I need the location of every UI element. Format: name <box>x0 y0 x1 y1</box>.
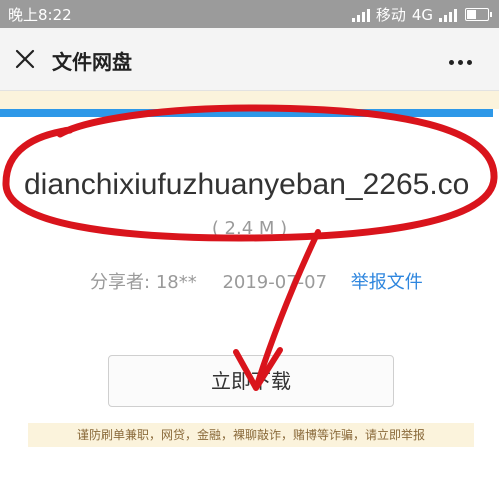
sharer-label: 分享者: <box>90 272 151 293</box>
file-size: ( 2.4 M ) <box>211 218 288 239</box>
close-icon <box>15 49 35 69</box>
carrier-name: 移动 <box>375 6 406 24</box>
more-dots-icon <box>447 50 474 69</box>
download-button[interactable]: 立即下载 <box>108 355 394 407</box>
sharer-name: 18** <box>155 272 197 293</box>
fraud-warning: 谨防刷单兼职，网贷，金融，裸聊敲诈，赌博等诈骗，请立即举报 <box>28 423 474 447</box>
network-type: 4G <box>411 5 433 24</box>
status-bar: 晚上8:22 移动 4G <box>0 0 499 28</box>
file-meta: 分享者: 18** 2019-07-07 举报文件 <box>90 268 423 294</box>
file-name: dianchixiufuzhuanyeban_2265.co <box>24 168 470 201</box>
report-file-link[interactable]: 举报文件 <box>351 272 423 293</box>
page-title: 文件网盘 <box>52 50 132 74</box>
status-indicators: 移动 4G <box>351 4 492 25</box>
status-time: 晚上8:22 <box>8 6 72 24</box>
page-load-progress-bar <box>0 109 499 117</box>
notice-strip <box>0 91 499 109</box>
more-button[interactable] <box>447 50 477 70</box>
close-button[interactable] <box>8 42 42 76</box>
app-header: 文件网盘 <box>0 28 499 91</box>
battery-icon <box>465 8 492 21</box>
share-date: 2019-07-07 <box>222 272 328 293</box>
cell-signal-icon <box>439 8 457 22</box>
wifi-signal-icon <box>351 8 370 22</box>
